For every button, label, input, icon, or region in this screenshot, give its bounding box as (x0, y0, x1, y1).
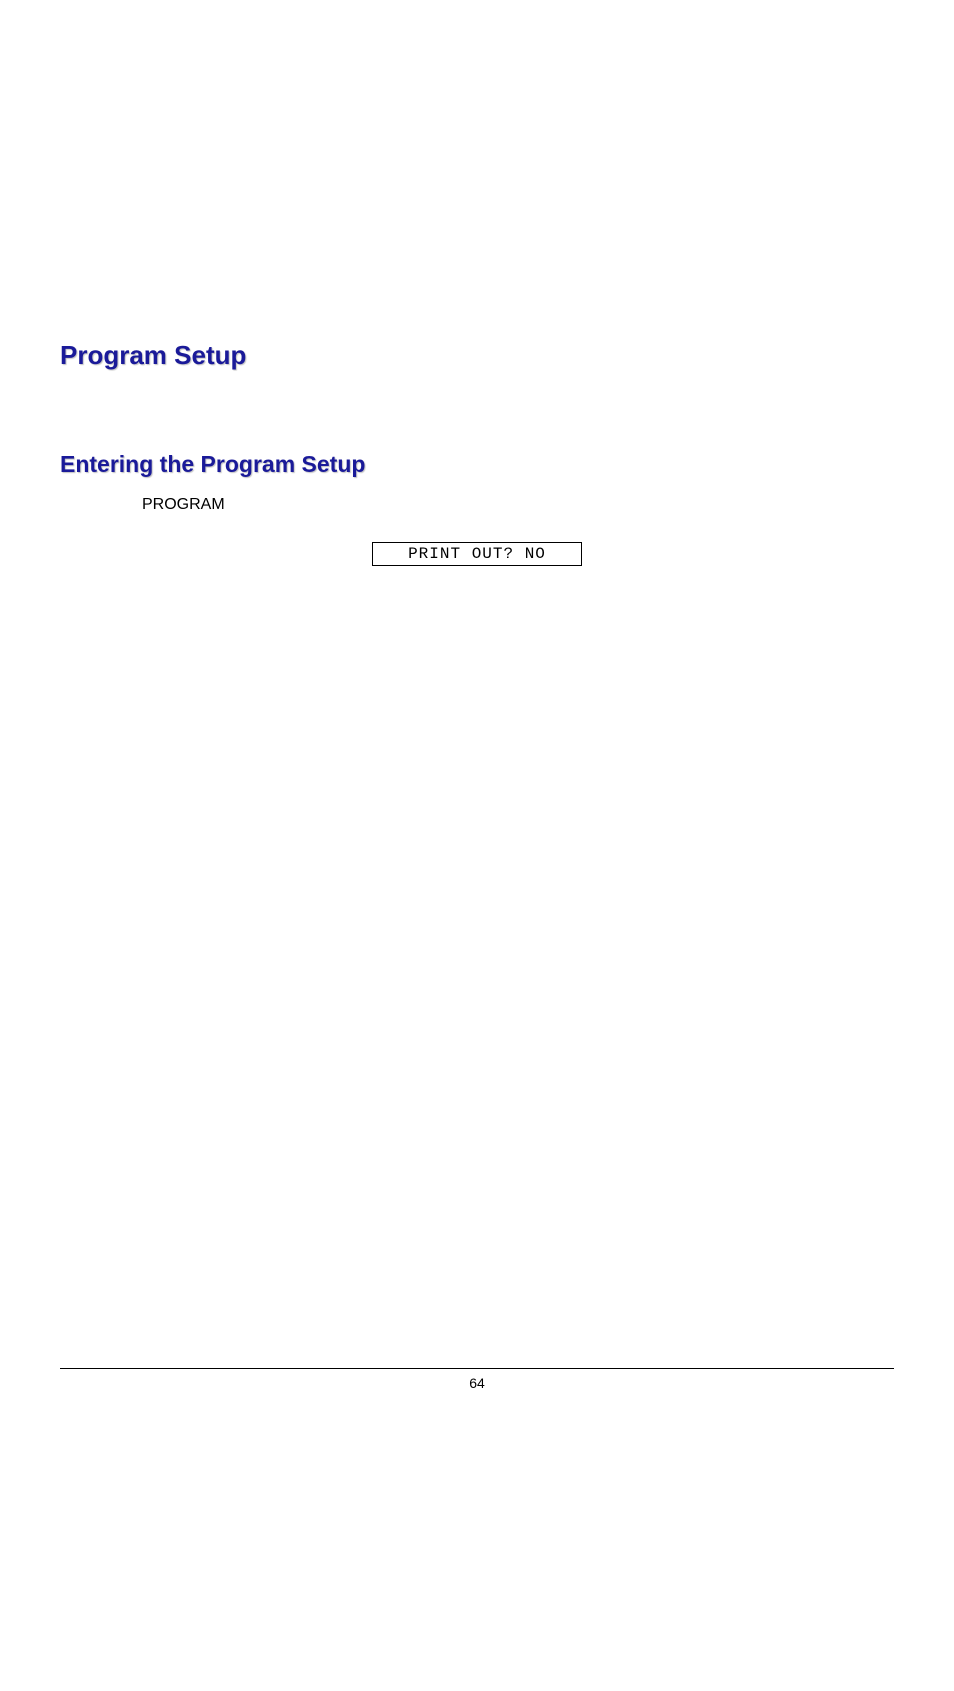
page-number: 64 (60, 1375, 894, 1391)
page-heading-2: Entering the Program Setup (60, 451, 894, 478)
page-footer: 64 (60, 1368, 894, 1391)
lcd-display: PRINT OUT? NO (372, 542, 582, 566)
page-heading-1: Program Setup (60, 340, 894, 371)
footer-divider (60, 1368, 894, 1369)
body-text: PROGRAM (142, 496, 894, 514)
lcd-display-container: PRINT OUT? NO (60, 542, 894, 566)
